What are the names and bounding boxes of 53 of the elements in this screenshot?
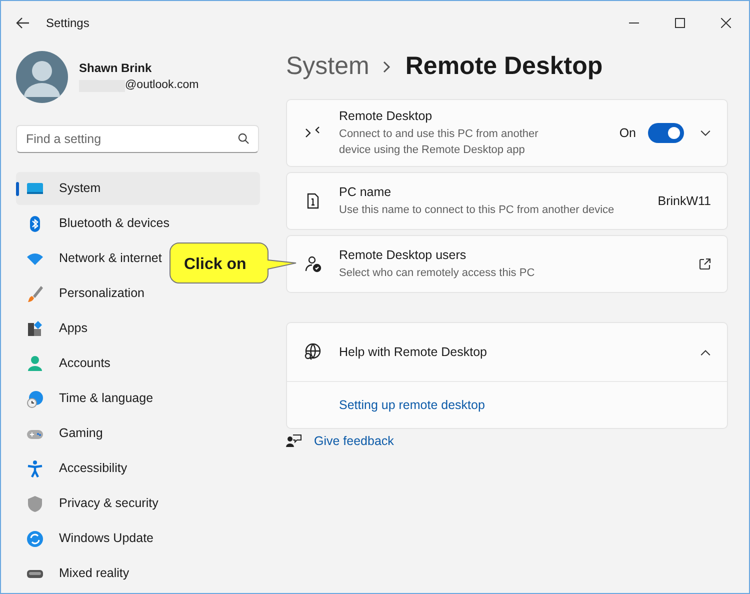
setting-description: Select who can remotely access this PC bbox=[339, 266, 536, 282]
accessibility-icon bbox=[25, 458, 45, 478]
person-icon bbox=[25, 354, 45, 374]
chevron-up-icon[interactable] bbox=[700, 348, 711, 356]
nav-item[interactable]: Windows Update bbox=[16, 522, 260, 555]
chevron-down-icon[interactable] bbox=[700, 130, 711, 136]
nav-item[interactable]: Bluetooth & devices bbox=[16, 207, 260, 240]
toggle-switch[interactable] bbox=[648, 123, 684, 143]
chevron-right-icon bbox=[383, 61, 392, 73]
back-arrow-icon[interactable] bbox=[16, 17, 30, 29]
nav-item[interactable]: Time & language bbox=[16, 382, 260, 415]
page-title: Remote Desktop bbox=[405, 51, 603, 82]
nav-item[interactable]: Accounts bbox=[16, 347, 260, 380]
breadcrumb-parent[interactable]: System bbox=[286, 48, 370, 86]
help-header[interactable]: Help with Remote Desktop bbox=[287, 323, 727, 381]
user-email: @outlook.com bbox=[125, 78, 199, 94]
search-field[interactable]: Find a setting bbox=[16, 125, 259, 153]
user-check-icon bbox=[303, 254, 323, 274]
nav-item[interactable]: Privacy & security bbox=[16, 487, 260, 520]
nav-item[interactable]: Gaming bbox=[16, 417, 260, 450]
globe-clock-icon bbox=[25, 388, 45, 408]
setting-card[interactable]: PC name Use this name to connect to this PC from another device BrinkW11 bbox=[286, 172, 728, 230]
apps-icon bbox=[25, 318, 45, 338]
feedback-icon bbox=[286, 434, 302, 448]
setting-title: PC name bbox=[339, 184, 392, 202]
setting-card[interactable]: Remote Desktop users Select who can remotely access this PC bbox=[286, 235, 728, 293]
selection-indicator bbox=[16, 182, 19, 196]
window-title: Settings bbox=[46, 15, 90, 32]
setting-description: Connect to and use this PC from another device using the Remote Desktop app bbox=[339, 126, 540, 158]
nav-item[interactable]: System bbox=[16, 172, 260, 205]
setting-description: Use this name to connect to this PC from another device bbox=[339, 203, 616, 218]
maximize-icon bbox=[675, 18, 685, 28]
feedback-link[interactable]: Give feedback bbox=[314, 432, 394, 451]
external-link-icon[interactable] bbox=[699, 258, 711, 270]
nav-item[interactable]: Mixed reality bbox=[16, 557, 260, 590]
pc-name-value: BrinkW11 bbox=[658, 192, 711, 210]
setting-title: Remote Desktop bbox=[339, 108, 434, 126]
shield-icon bbox=[25, 494, 45, 514]
setting-card[interactable]: Remote Desktop Connect to and use this PC from another device using the Remote Desktop app On bbox=[286, 99, 728, 167]
user-name: Shawn Brink bbox=[79, 60, 153, 78]
help-link[interactable]: Setting up remote desktop bbox=[339, 396, 485, 414]
toggle-state: On bbox=[619, 124, 636, 142]
callout-text: Click on bbox=[184, 255, 246, 275]
close-icon bbox=[721, 18, 731, 28]
setting-title: Remote Desktop users bbox=[339, 247, 468, 264]
search-icon bbox=[238, 133, 249, 144]
nav-item[interactable]: Personalization bbox=[16, 277, 260, 310]
avatar bbox=[16, 51, 68, 103]
globe-search-icon bbox=[303, 342, 323, 362]
nav-item[interactable]: Apps bbox=[16, 312, 260, 345]
sync-icon bbox=[25, 528, 45, 548]
brush-icon bbox=[25, 284, 45, 304]
nav-item[interactable]: Accessibility bbox=[16, 452, 260, 485]
